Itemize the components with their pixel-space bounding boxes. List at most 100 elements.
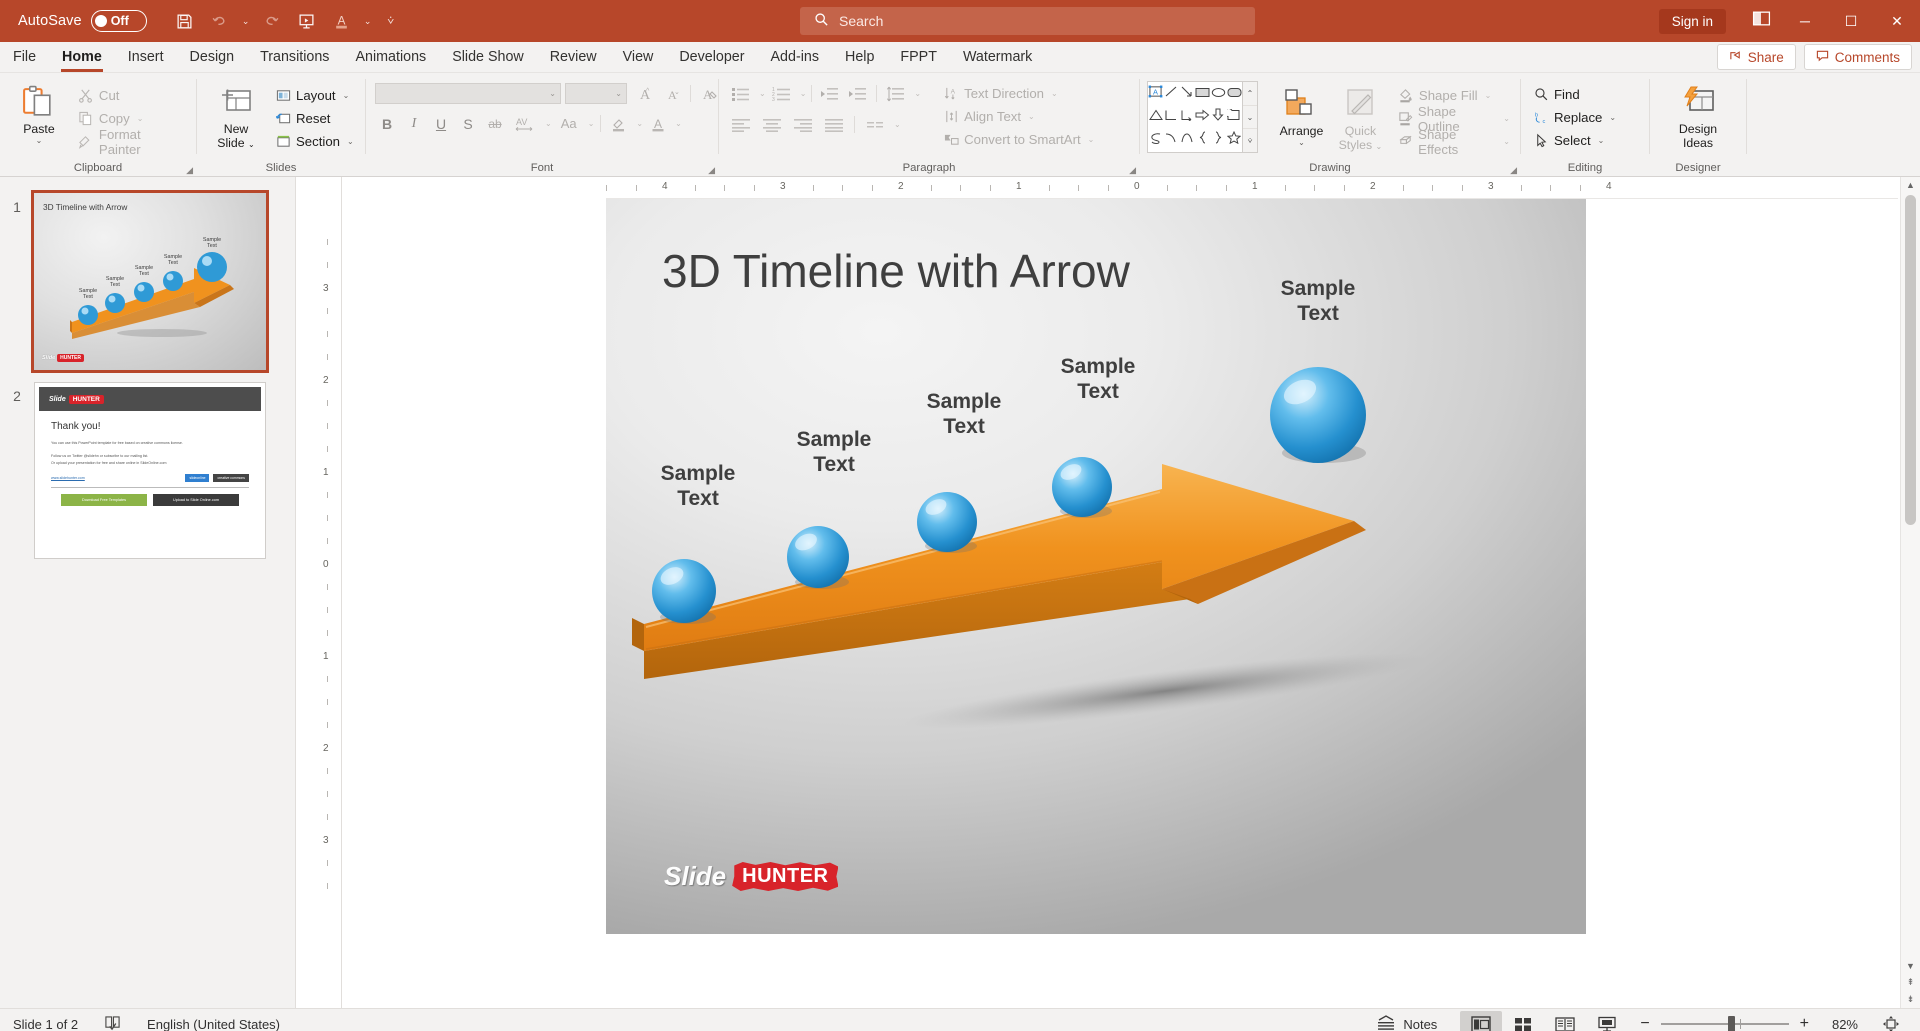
text-direction-dropdown-icon[interactable]: ⌄	[1051, 89, 1058, 98]
language-status[interactable]: English (United States)	[134, 1009, 293, 1031]
shape-pie-icon[interactable]	[1224, 108, 1241, 126]
character-spacing-dropdown-icon[interactable]: ⌄	[545, 119, 552, 128]
select-dropdown-icon[interactable]: ⌄	[1598, 136, 1605, 145]
sc-scroll-down-icon[interactable]: ▼	[1901, 958, 1920, 974]
tab-watermark[interactable]: Watermark	[950, 42, 1045, 72]
font-color-dropdown-icon[interactable]: ⌄	[675, 119, 682, 128]
font-color-button[interactable]: A	[646, 112, 670, 135]
shape-left-brace-icon[interactable]	[1198, 131, 1208, 149]
thumbnail-preview[interactable]: Slide HUNTER Thank you! You can use this…	[34, 382, 266, 559]
timeline-arrow-graphic[interactable]	[606, 199, 1586, 934]
select-button[interactable]: Select ⌄	[1529, 129, 1620, 152]
new-slide-button[interactable]: New Slide ⌄	[207, 79, 265, 152]
search-box[interactable]: Search	[800, 7, 1255, 35]
tab-fppt[interactable]: FPPT	[887, 42, 950, 72]
canvas-vertical-scrollbar[interactable]: ▲ ▼ ⇞ ⇟	[1900, 177, 1920, 1008]
shape-right-brace-icon[interactable]	[1213, 131, 1223, 149]
copy-dropdown-icon[interactable]: ⌄	[137, 114, 144, 123]
text-shadow-button[interactable]: S	[456, 112, 480, 135]
numbering-button[interactable]: 123	[768, 82, 796, 105]
numbering-dropdown-icon[interactable]: ⌄	[800, 89, 807, 98]
tab-add-ins[interactable]: Add-ins	[758, 42, 832, 72]
account-manager-icon[interactable]	[1740, 9, 1782, 33]
find-button[interactable]: Find	[1529, 83, 1620, 106]
shape-curve-icon[interactable]	[1164, 131, 1178, 149]
strikethrough-button[interactable]: ab	[483, 112, 507, 135]
zoom-percentage[interactable]: 82%	[1820, 1017, 1858, 1031]
font-color-dropdown-icon[interactable]: ⌄	[361, 16, 375, 27]
ty-website-link[interactable]: www.slidehunter.com	[51, 476, 85, 480]
shape-fill-dropdown-icon[interactable]: ⌄	[1485, 91, 1492, 100]
underline-button[interactable]: U	[429, 112, 453, 135]
slide-sorter-view-button[interactable]	[1502, 1011, 1544, 1031]
shape-rectangle-icon[interactable]	[1195, 85, 1210, 103]
line-spacing-button[interactable]	[882, 82, 910, 105]
arrange-dropdown-icon[interactable]: ⌄	[1298, 138, 1305, 147]
tab-file[interactable]: File	[0, 42, 49, 72]
text-highlight-color-button[interactable]	[607, 112, 631, 135]
step-label-5[interactable]: Sample Text	[1268, 276, 1368, 326]
font-name-input[interactable]: ⌄	[375, 83, 561, 104]
step-label-1[interactable]: Sample Text	[648, 461, 748, 511]
bullets-button[interactable]	[727, 82, 755, 105]
italic-button[interactable]: I	[402, 112, 426, 135]
step-label-3[interactable]: Sample Text	[914, 389, 1014, 439]
autosave-control[interactable]: AutoSave Off	[18, 10, 147, 32]
drawing-dialog-launcher[interactable]: ◢	[1510, 165, 1517, 176]
replace-button[interactable]: bc Replace ⌄	[1529, 106, 1620, 129]
tab-help[interactable]: Help	[832, 42, 887, 72]
paragraph-dialog-launcher[interactable]: ◢	[1129, 165, 1136, 176]
ty-upload-button[interactable]: Upload to Slide Online.com	[153, 494, 239, 506]
maximize-button[interactable]: ☐	[1828, 0, 1874, 42]
undo-icon[interactable]	[204, 6, 236, 36]
columns-dropdown-icon[interactable]: ⌄	[894, 120, 901, 129]
bullets-dropdown-icon[interactable]: ⌄	[759, 89, 766, 98]
shape-outline-dropdown-icon[interactable]: ⌄	[1503, 114, 1510, 123]
align-text-dropdown-icon[interactable]: ⌄	[1028, 112, 1035, 121]
shape-triangle-icon[interactable]	[1148, 108, 1163, 126]
text-direction-button[interactable]: A Text Direction ⌄	[939, 82, 1098, 105]
tab-developer[interactable]: Developer	[666, 42, 757, 72]
align-right-button[interactable]	[789, 113, 817, 136]
zoom-out-button[interactable]: −	[1640, 1015, 1649, 1031]
start-presentation-icon[interactable]	[291, 6, 323, 36]
replace-dropdown-icon[interactable]: ⌄	[1609, 113, 1616, 122]
undo-dropdown-icon[interactable]: ⌄	[239, 16, 253, 27]
spell-check-status[interactable]	[91, 1009, 134, 1031]
notes-button[interactable]: Notes	[1364, 1009, 1450, 1031]
section-dropdown-icon[interactable]: ⌄	[347, 137, 354, 146]
clipboard-dialog-launcher[interactable]: ◢	[186, 165, 193, 176]
change-case-dropdown-icon[interactable]: ⌄	[588, 119, 595, 128]
align-left-button[interactable]	[727, 113, 755, 136]
shapes-gallery[interactable]: A ⌃ ⌄ ⩒	[1147, 81, 1258, 153]
character-spacing-button[interactable]: AV	[510, 112, 540, 135]
step-label-4[interactable]: Sample Text	[1048, 354, 1148, 404]
sc-prev-slide-icon[interactable]: ⇞	[1901, 974, 1920, 991]
shape-effects-button[interactable]: Shape Effects ⌄	[1394, 127, 1514, 157]
fit-slide-to-window-button[interactable]	[1870, 1011, 1912, 1031]
align-center-button[interactable]	[758, 113, 786, 136]
cut-button[interactable]: Cut	[74, 84, 190, 107]
shape-rounded-rect-icon[interactable]	[1227, 85, 1242, 103]
decrease-font-size-button[interactable]: A ⌄	[659, 82, 683, 105]
align-text-button[interactable]: Align Text ⌄	[939, 105, 1098, 128]
slide-thumbnail-pane[interactable]: 1 3D Timeline with Arrow Sample Text Sam…	[0, 177, 296, 1008]
zoom-slider-handle[interactable]	[1728, 1016, 1736, 1031]
shape-scribble-icon[interactable]	[1149, 131, 1163, 149]
thumbnail-slide-2[interactable]: 2 Slide HUNTER Thank you! You can use th…	[0, 376, 295, 565]
tab-animations[interactable]: Animations	[342, 42, 439, 72]
increase-font-size-button[interactable]: A ^	[631, 82, 655, 105]
font-dialog-launcher[interactable]: ◢	[708, 165, 715, 176]
shape-elbow-arrow-icon[interactable]	[1180, 108, 1194, 126]
close-button[interactable]: ✕	[1874, 0, 1920, 42]
reset-button[interactable]: Reset	[271, 107, 358, 130]
slide-count-status[interactable]: Slide 1 of 2	[0, 1009, 91, 1031]
ty-download-button[interactable]: Download Free Templates	[61, 494, 147, 506]
sc-next-slide-icon[interactable]: ⇟	[1901, 991, 1920, 1008]
tab-review[interactable]: Review	[537, 42, 610, 72]
zoom-slider[interactable]	[1660, 1016, 1789, 1031]
line-spacing-dropdown-icon[interactable]: ⌄	[914, 89, 921, 98]
quick-styles-button[interactable]: Quick Styles ⌄	[1331, 81, 1390, 154]
autosave-toggle[interactable]: Off	[90, 10, 147, 32]
slide-canvas-pane[interactable]: 4 3 2 1 0 1 2 3 4 3D Timeline with Arrow…	[342, 177, 1920, 1008]
